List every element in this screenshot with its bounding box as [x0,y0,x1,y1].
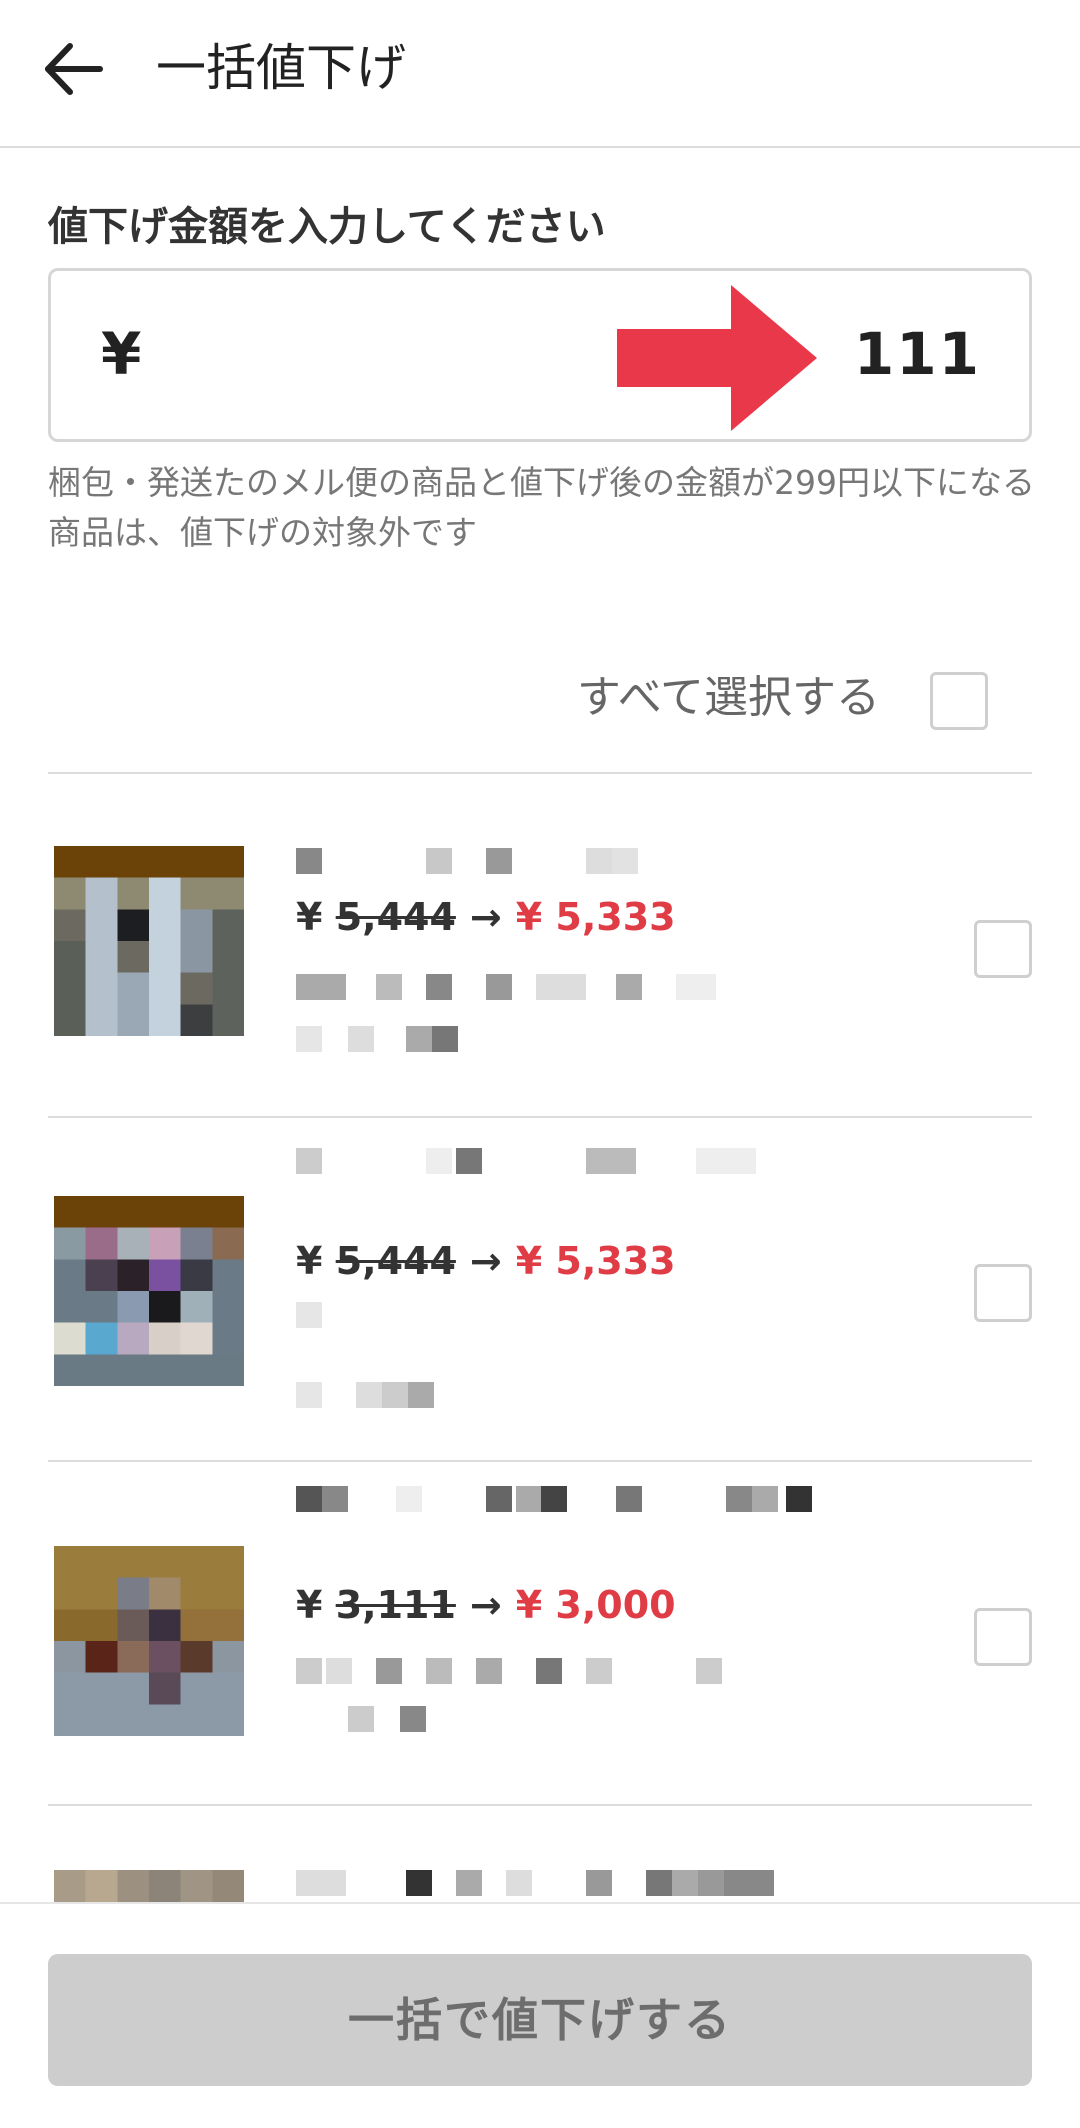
old-price: ¥ 5,444 [296,1239,456,1283]
currency-symbol: ¥ [101,320,142,388]
amount-label: 値下げ金額を入力してください [48,204,606,250]
old-price: ¥ 5,444 [296,895,456,939]
bulk-price-drop-button[interactable]: 一括で値下げする [48,1954,1032,2086]
arrow-right-icon: → [469,1239,502,1283]
select-all-checkbox[interactable] [930,672,988,730]
blurred-details [296,1658,722,1684]
product-thumbnail [54,846,244,1036]
back-button[interactable] [40,34,110,104]
old-price: ¥ 3,111 [296,1583,456,1627]
list-item[interactable]: ¥ 5,444 → ¥ 5,333 [0,774,1080,1118]
app-header: 一括値下げ [0,0,1080,148]
product-thumbnail [54,1546,244,1736]
item-checkbox[interactable] [974,1264,1032,1322]
select-all-label: すべて選択する [576,672,880,723]
select-all-row[interactable]: すべて選択する [0,660,1080,740]
arrow-left-icon [45,43,103,95]
arrow-right-icon: → [469,1583,502,1627]
price-change: ¥ 5,444 → ¥ 5,333 [296,892,676,942]
blurred-details [296,1302,322,1328]
blurred-meta [348,1706,426,1732]
new-price: ¥ 5,333 [515,1239,676,1283]
arrow-right-icon: → [469,895,502,939]
blurred-title [296,1486,812,1512]
blurred-meta [296,1382,434,1408]
item-checkbox[interactable] [974,920,1032,978]
exclusion-note: 梱包・発送たのメル便の商品と値下げ後の金額が299円以下になる商品は、値下げの対… [48,463,1035,552]
product-thumbnail [54,1196,244,1386]
blurred-details [296,974,716,1000]
item-checkbox[interactable] [974,1608,1032,1666]
list-item[interactable]: ¥ 5,444 → ¥ 5,333 [0,1118,1080,1462]
amount-input[interactable]: ¥ 111 [48,268,1032,442]
list-item[interactable] [0,1806,1080,1902]
red-arrow-annotation [617,285,817,431]
new-price: ¥ 3,000 [515,1583,676,1627]
list-item[interactable]: ¥ 3,111 → ¥ 3,000 [0,1462,1080,1806]
blurred-title [296,1148,756,1174]
price-change: ¥ 3,111 → ¥ 3,000 [296,1580,676,1630]
blurred-meta [296,1026,458,1052]
product-thumbnail [54,1870,244,1902]
page-title: 一括値下げ [156,39,406,97]
blurred-title [296,848,638,874]
new-price: ¥ 5,333 [515,895,676,939]
blurred-title [296,1870,774,1896]
price-change: ¥ 5,444 → ¥ 5,333 [296,1236,676,1286]
footer-bar: 一括で値下げする [0,1902,1080,2128]
amount-value[interactable]: 111 [854,319,981,389]
